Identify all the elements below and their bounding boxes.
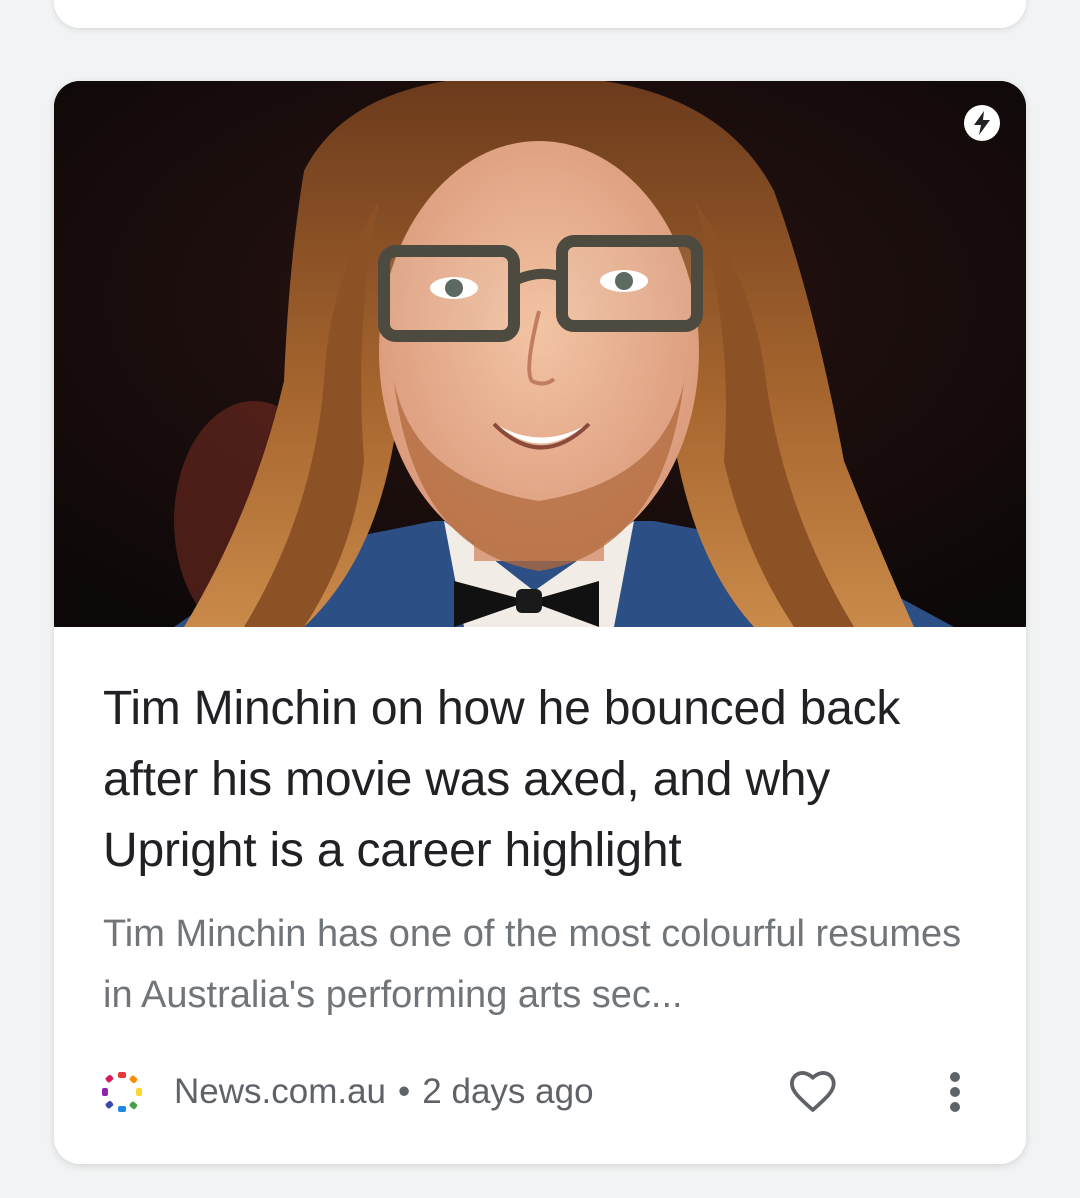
publisher-name[interactable]: News.com.au	[174, 1072, 386, 1112]
more-options-button[interactable]	[930, 1067, 980, 1117]
portrait-illustration	[54, 81, 1026, 627]
heart-outline-icon	[790, 1071, 836, 1112]
lightning-bolt-icon	[974, 111, 990, 135]
published-time: 2 days ago	[422, 1072, 594, 1111]
more-vertical-icon	[950, 1072, 960, 1112]
article-headline[interactable]: Tim Minchin on how he bounced back after…	[103, 673, 983, 886]
previous-card-edge[interactable]	[54, 0, 1026, 28]
like-button[interactable]	[788, 1067, 838, 1117]
amp-badge	[964, 105, 1000, 141]
article-snippet: Tim Minchin has one of the most colourfu…	[103, 913, 962, 1016]
meta-separator: •	[398, 1072, 411, 1111]
news-article-card[interactable]: Tim Minchin on how he bounced back after…	[54, 81, 1026, 1164]
news-com-au-dots-logo-icon	[102, 1072, 142, 1112]
article-hero-image[interactable]	[54, 81, 1026, 627]
article-meta-row: News.com.au • 2 days ago	[100, 1067, 980, 1117]
